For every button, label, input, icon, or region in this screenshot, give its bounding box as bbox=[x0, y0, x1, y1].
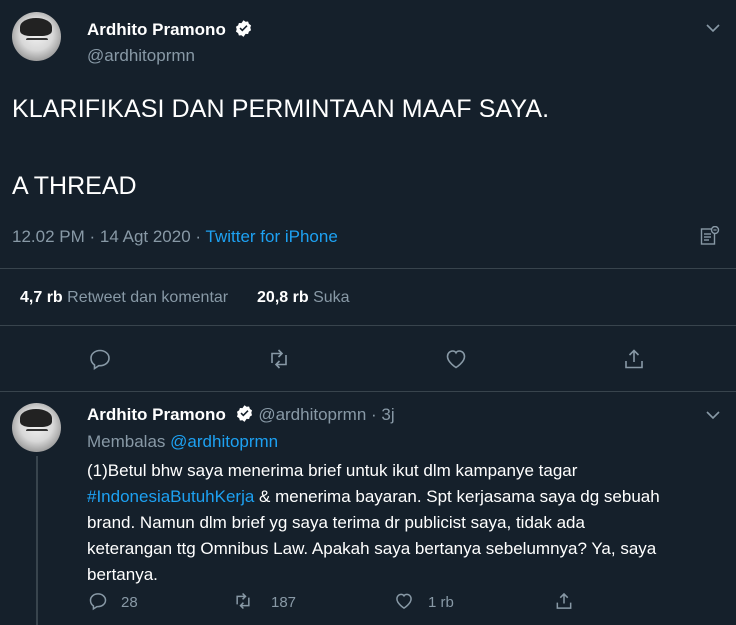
reply-text-line: brand. Namun dlm brief yg saya terima dr… bbox=[87, 513, 585, 532]
reply-text-segment: & menerima bayaran. Spt kerjasama saya d… bbox=[254, 487, 660, 506]
divider bbox=[0, 391, 736, 392]
hashtag-link[interactable]: #IndonesiaButuhKerja bbox=[87, 487, 254, 506]
meta-separator: · bbox=[89, 227, 96, 246]
meta-separator: · bbox=[195, 227, 202, 246]
retweet-icon[interactable] bbox=[267, 347, 291, 371]
retweet-count: 4,7 rb bbox=[20, 289, 63, 306]
divider bbox=[0, 268, 736, 269]
tweet-age[interactable]: 3j bbox=[381, 405, 394, 424]
meta-separator: · bbox=[371, 405, 377, 424]
avatar[interactable] bbox=[12, 12, 61, 61]
retweet-label: Retweet dan komentar bbox=[67, 289, 229, 306]
handle[interactable]: @ardhitoprmn bbox=[258, 405, 366, 424]
replying-to-handle[interactable]: @ardhitoprmn bbox=[170, 432, 278, 451]
verified-badge-icon bbox=[234, 19, 253, 43]
replying-to: Membalas @ardhitoprmn bbox=[87, 432, 278, 452]
share-icon[interactable] bbox=[622, 347, 646, 371]
retweet-icon[interactable] bbox=[233, 591, 253, 611]
reply-text-line: (1)Betul bhw saya menerima brief untuk i… bbox=[87, 461, 578, 480]
author-name-row: Ardhito Pramono bbox=[87, 19, 253, 43]
likes-stat[interactable]: 20,8 rb Suka bbox=[257, 289, 350, 306]
handle[interactable]: @ardhitoprmn bbox=[87, 46, 195, 66]
verified-badge-icon bbox=[235, 404, 254, 428]
divider bbox=[0, 325, 736, 326]
retweets-stat[interactable]: 4,7 rb Retweet dan komentar bbox=[20, 289, 233, 306]
reply-text: (1)Betul bhw saya menerima brief untuk i… bbox=[87, 458, 660, 588]
display-name[interactable]: Ardhito Pramono bbox=[87, 405, 226, 424]
reply-text-line: keterangan ttg Omnibus Law. Apakah saya … bbox=[87, 539, 657, 558]
like-icon[interactable] bbox=[444, 347, 468, 371]
reply-text-line: #IndonesiaButuhKerja & menerima bayaran.… bbox=[87, 484, 660, 510]
tweet-meta: 12.02 PM · 14 Agt 2020 · Twitter for iPh… bbox=[12, 227, 338, 247]
share-icon[interactable] bbox=[554, 591, 574, 611]
tweet-text-line-1: KLARIFIKASI DAN PERMINTAAN MAAF SAYA. bbox=[12, 95, 550, 123]
like-count: 1 rb bbox=[428, 594, 454, 611]
analytics-icon[interactable] bbox=[700, 226, 720, 246]
avatar[interactable] bbox=[12, 403, 61, 452]
tweet-date[interactable]: 14 Agt 2020 bbox=[100, 227, 191, 246]
like-icon[interactable] bbox=[394, 591, 414, 611]
reply-text-line: bertanya. bbox=[87, 565, 158, 584]
chevron-down-icon[interactable] bbox=[705, 20, 721, 36]
like-label: Suka bbox=[313, 289, 350, 306]
engagement-stats: 4,7 rb Retweet dan komentar 20,8 rb Suka bbox=[20, 289, 350, 307]
reply-icon[interactable] bbox=[88, 591, 108, 611]
retweet-count: 187 bbox=[271, 594, 297, 611]
tweet-time[interactable]: 12.02 PM bbox=[12, 227, 85, 246]
display-name[interactable]: Ardhito Pramono bbox=[87, 20, 226, 39]
like-count: 20,8 rb bbox=[257, 289, 309, 306]
replying-to-label: Membalas bbox=[87, 432, 166, 451]
reply-count: 28 bbox=[121, 594, 138, 611]
tweet-text-line-2: A THREAD bbox=[12, 172, 137, 200]
reply-icon[interactable] bbox=[88, 347, 112, 371]
reply-header: Ardhito Pramono @ardhitoprmn · 3j bbox=[87, 404, 395, 428]
tweet-source-link[interactable]: Twitter for iPhone bbox=[206, 227, 338, 246]
chevron-down-icon[interactable] bbox=[705, 407, 721, 423]
thread-line bbox=[36, 456, 38, 625]
